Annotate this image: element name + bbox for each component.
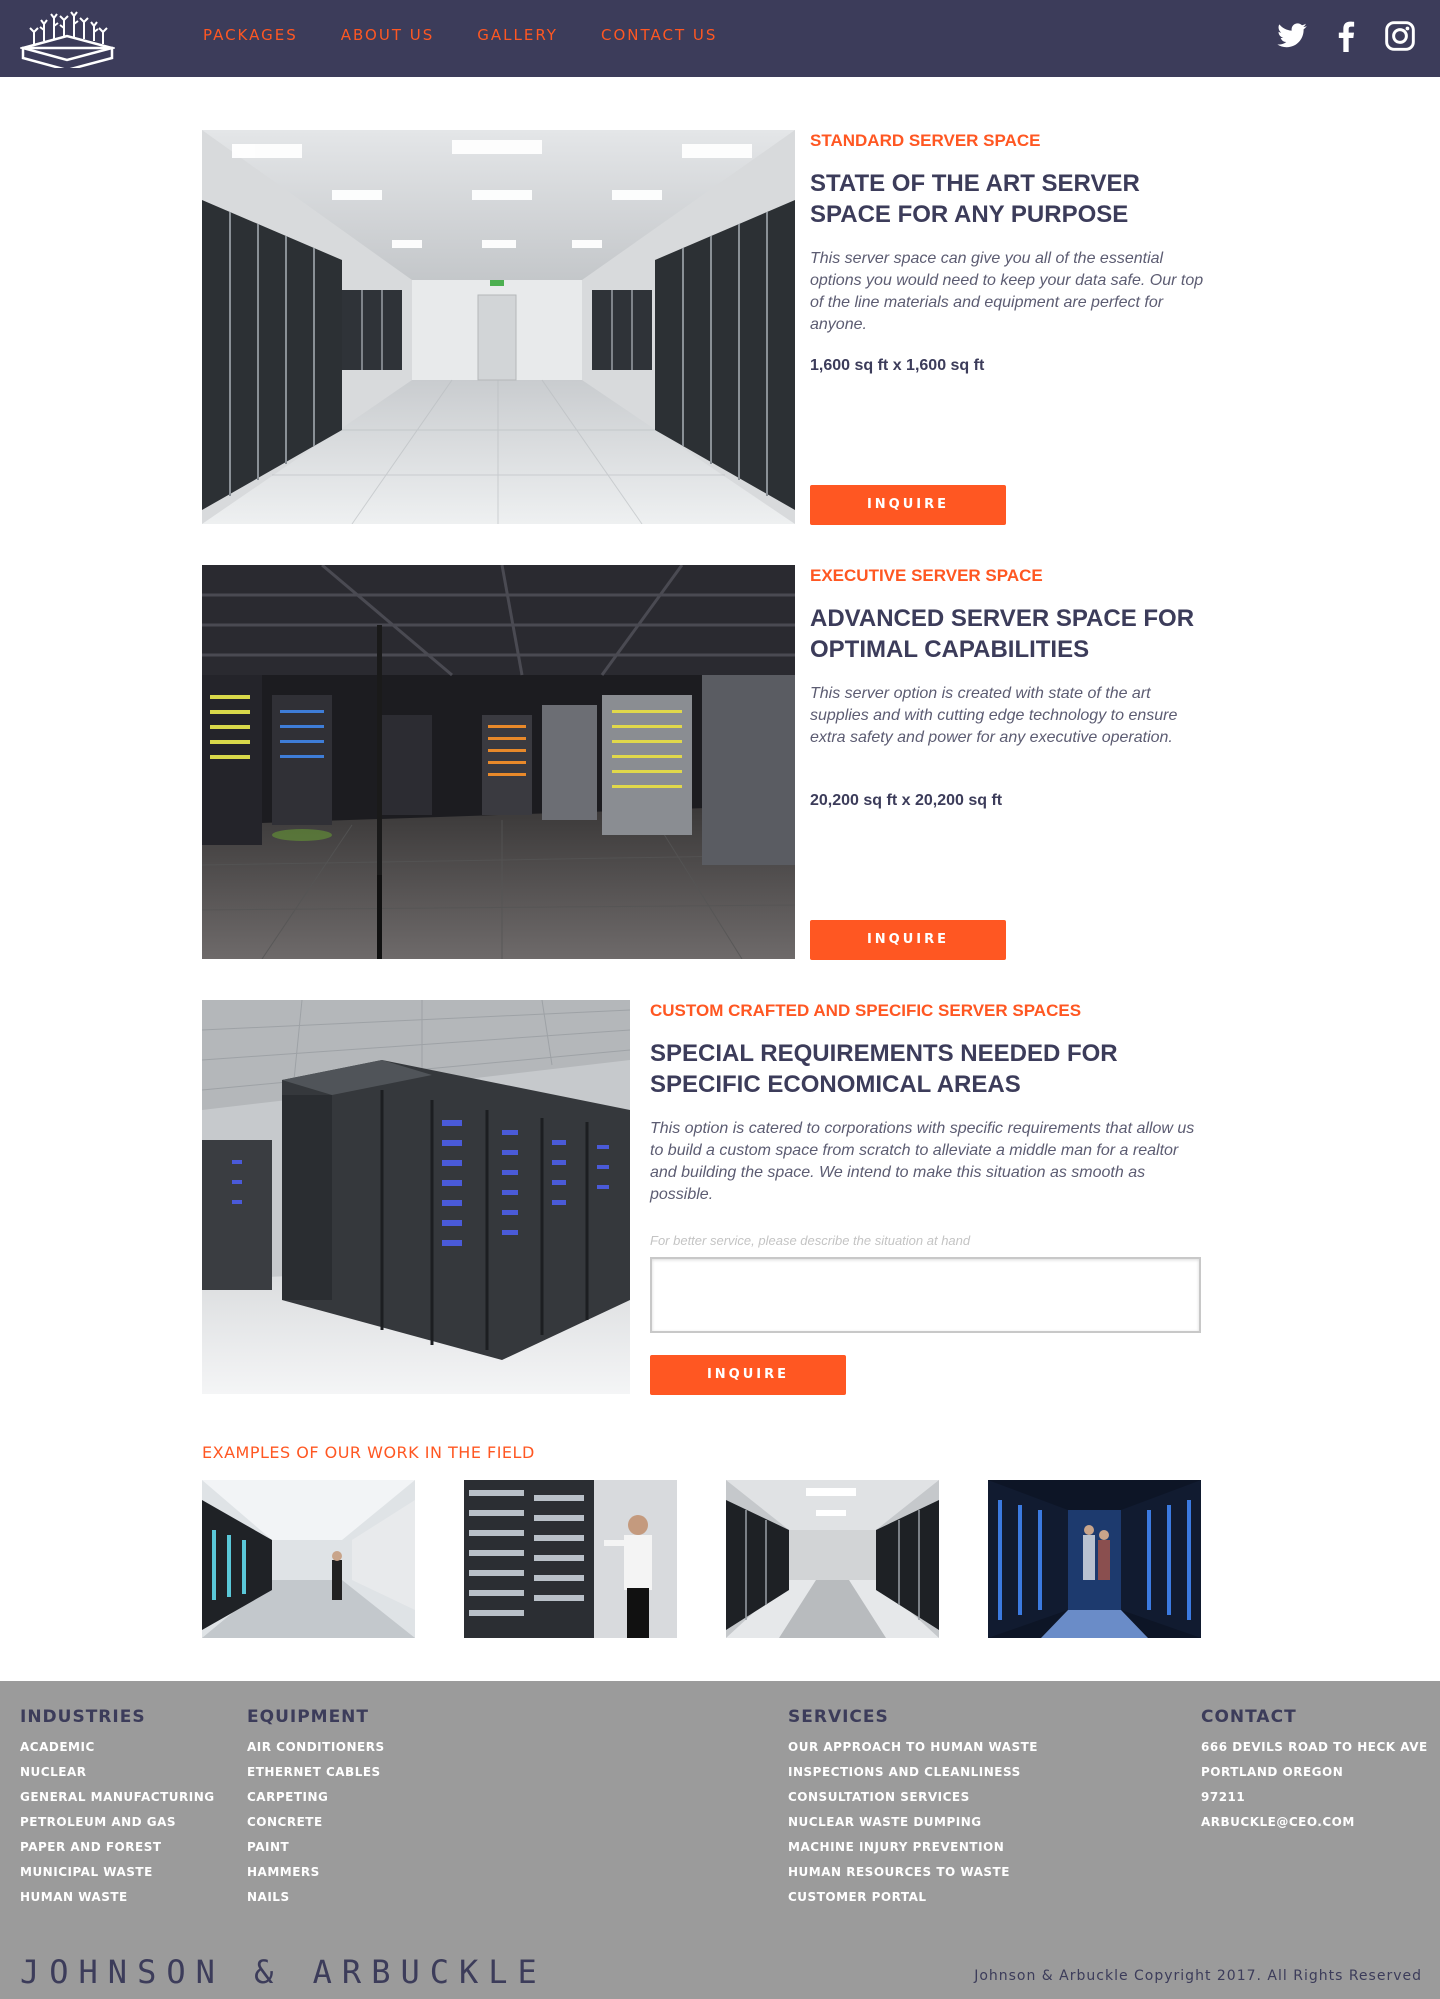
example-photo[interactable] [726, 1480, 939, 1638]
footer-link[interactable]: OUR APPROACH TO HUMAN WASTE [788, 1735, 1038, 1760]
footer-link[interactable]: HUMAN WASTE [20, 1885, 215, 1910]
footer-link[interactable]: MUNICIPAL WASTE [20, 1860, 215, 1885]
footer-heading: CONTACT [1201, 1707, 1297, 1727]
footer-link[interactable]: AIR CONDITIONERS [247, 1735, 385, 1760]
contact-email[interactable]: ARBUCKLE@CEO.COM [1201, 1810, 1428, 1835]
package-size: 1,600 sq ft x 1,600 sq ft [810, 357, 985, 374]
package-kicker: CUSTOM CRAFTED AND SPECIFIC SERVER SPACE… [650, 1001, 1082, 1020]
package-kicker: STANDARD SERVER SPACE [810, 131, 1041, 150]
custom-server-room-image [202, 1000, 630, 1394]
contact-city: PORTLAND OREGON [1201, 1765, 1344, 1779]
footer-column-contact: CONTACT 666 DEVILS ROAD TO HECK AVE PORT… [1201, 1707, 1428, 1835]
inquire-button[interactable]: INQUIRE [650, 1355, 846, 1395]
package-description: This server space can give you all of th… [810, 250, 1204, 333]
inquire-button[interactable]: INQUIRE [810, 485, 1006, 525]
footer-heading: EQUIPMENT [247, 1707, 370, 1727]
footer-link[interactable]: INSPECTIONS AND CLEANLINESS [788, 1760, 1038, 1785]
situation-textarea[interactable] [650, 1257, 1201, 1333]
facebook-icon[interactable] [1330, 20, 1362, 52]
package-title: ADVANCED SERVER SPACE FOR OPTIMAL CAPABI… [810, 605, 1195, 663]
example-photo[interactable] [202, 1480, 415, 1638]
main-nav: PACKAGES ABOUT US GALLERY CONTACT US [203, 26, 760, 44]
footer-link[interactable]: NAILS [247, 1885, 385, 1910]
footer-link[interactable]: CONCRETE [247, 1810, 385, 1835]
contact-address: 666 DEVILS ROAD TO HECK AVE [1201, 1740, 1428, 1754]
nav-about-us[interactable]: ABOUT US [341, 26, 435, 44]
site-header: PACKAGES ABOUT US GALLERY CONTACT US [0, 0, 1440, 77]
site-footer: INDUSTRIES ACADEMIC NUCLEAR GENERAL MANU… [0, 1681, 1440, 1999]
inquire-button[interactable]: INQUIRE [810, 920, 1006, 960]
footer-column-equipment: EQUIPMENT AIR CONDITIONERS ETHERNET CABL… [247, 1707, 385, 1910]
executive-server-room-image [202, 565, 795, 959]
package-kicker: EXECUTIVE SERVER SPACE [810, 566, 1043, 585]
footer-link[interactable]: NUCLEAR [20, 1760, 215, 1785]
package-description: This server option is created with state… [810, 685, 1178, 746]
contact-zip: 97211 [1201, 1790, 1246, 1804]
footer-link[interactable]: CONSULTATION SERVICES [788, 1785, 1038, 1810]
instagram-icon[interactable] [1384, 20, 1416, 52]
package-description: This option is catered to corporations w… [650, 1120, 1195, 1203]
situation-field-label: For better service, please describe the … [650, 1233, 971, 1248]
nav-packages[interactable]: PACKAGES [203, 26, 298, 44]
footer-link[interactable]: HUMAN RESOURCES TO WASTE [788, 1860, 1038, 1885]
footer-link[interactable]: PAINT [247, 1835, 385, 1860]
footer-link[interactable]: CUSTOMER PORTAL [788, 1885, 1038, 1910]
nav-contact-us[interactable]: CONTACT US [601, 26, 717, 44]
footer-heading: INDUSTRIES [20, 1707, 146, 1727]
twitter-icon[interactable] [1276, 20, 1308, 52]
footer-link[interactable]: NUCLEAR WASTE DUMPING [788, 1810, 1038, 1835]
package-title: STATE OF THE ART SERVER SPACE FOR ANY PU… [810, 170, 1140, 228]
footer-link[interactable]: HAMMERS [247, 1860, 385, 1885]
example-photo[interactable] [464, 1480, 677, 1638]
footer-brand: JOHNSON & ARBUCKLE [20, 1953, 547, 1991]
example-photo[interactable] [988, 1480, 1201, 1638]
nav-gallery[interactable]: GALLERY [477, 26, 558, 44]
footer-column-services: SERVICES OUR APPROACH TO HUMAN WASTE INS… [788, 1707, 1038, 1910]
copyright-text: Johnson & Arbuckle Copyright 2017. All R… [974, 1968, 1422, 1984]
footer-link[interactable]: PETROLEUM AND GAS [20, 1810, 215, 1835]
footer-link[interactable]: GENERAL MANUFACTURING [20, 1785, 215, 1810]
package-size: 20,200 sq ft x 20,200 sq ft [810, 792, 1003, 809]
footer-column-industries: INDUSTRIES ACADEMIC NUCLEAR GENERAL MANU… [20, 1707, 215, 1910]
examples-heading: EXAMPLES OF OUR WORK IN THE FIELD [202, 1443, 535, 1462]
footer-heading: SERVICES [788, 1707, 889, 1727]
package-title: SPECIAL REQUIREMENTS NEEDED FOR SPECIFIC… [650, 1040, 1118, 1098]
standard-server-room-image [202, 130, 795, 524]
footer-link[interactable]: PAPER AND FOREST [20, 1835, 215, 1860]
footer-link[interactable]: ACADEMIC [20, 1735, 215, 1760]
footer-link[interactable]: ETHERNET CABLES [247, 1760, 385, 1785]
footer-link[interactable]: CARPETING [247, 1785, 385, 1810]
company-logo[interactable] [20, 10, 115, 68]
footer-link[interactable]: MACHINE INJURY PREVENTION [788, 1835, 1038, 1860]
